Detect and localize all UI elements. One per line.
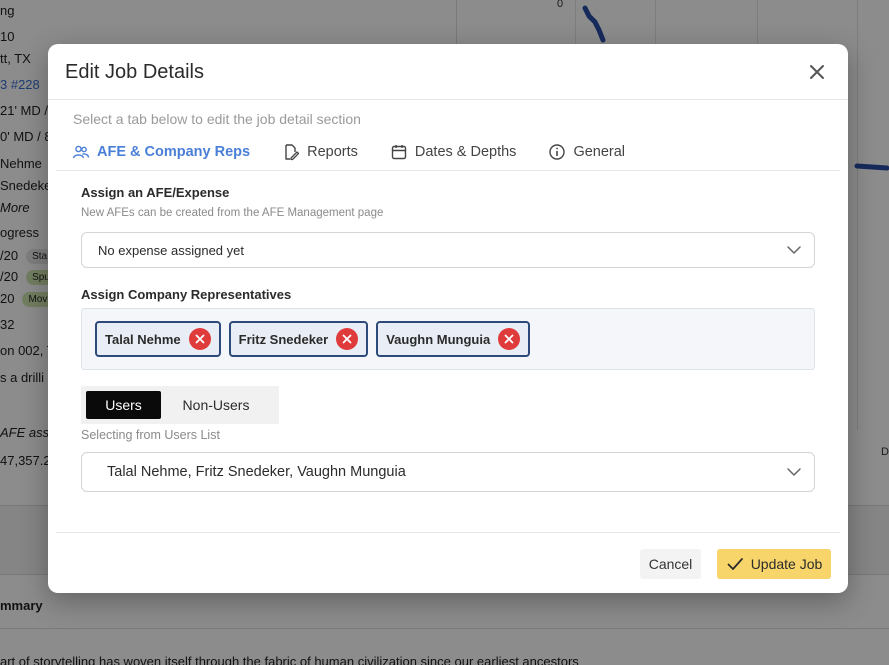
close-button[interactable]	[806, 61, 828, 83]
edit-document-icon	[282, 143, 300, 161]
afe-label: Assign an AFE/Expense	[81, 185, 230, 200]
tab-afe-company-reps[interactable]: AFE & Company Reps	[72, 143, 250, 161]
close-icon	[504, 334, 514, 344]
modal-header: Edit Job Details	[48, 44, 848, 100]
remove-rep-button[interactable]	[498, 328, 521, 350]
modal-subtitle: Select a tab below to edit the job detai…	[73, 111, 361, 127]
info-icon	[548, 143, 566, 161]
close-icon	[342, 334, 352, 344]
rep-chip: Fritz Snedeker	[228, 321, 369, 357]
tab-reports[interactable]: Reports	[282, 143, 358, 161]
afe-select-value: No expense assigned yet	[98, 242, 244, 258]
update-job-button[interactable]: Update Job	[717, 549, 831, 579]
calendar-icon	[390, 143, 408, 161]
users-select-value: Talal Nehme, Fritz Snedeker, Vaughn Mung…	[107, 464, 406, 480]
remove-rep-button[interactable]	[188, 328, 211, 350]
tab-label: Dates & Depths	[414, 144, 517, 160]
people-icon	[72, 143, 90, 161]
close-icon	[810, 65, 824, 79]
update-job-label: Update Job	[750, 556, 823, 572]
users-toggle-button[interactable]: Users	[86, 391, 161, 419]
close-icon	[195, 334, 205, 344]
users-select[interactable]: Talal Nehme, Fritz Snedeker, Vaughn Mung…	[81, 452, 815, 492]
chevron-down-icon	[787, 468, 801, 476]
selecting-hint: Selecting from Users List	[81, 428, 220, 442]
remove-rep-button[interactable]	[336, 328, 359, 350]
footer-divider	[56, 532, 840, 533]
reps-label: Assign Company Representatives	[81, 287, 292, 302]
user-type-toggle: Users Non-Users	[81, 386, 279, 424]
rep-chip-label: Talal Nehme	[105, 331, 181, 347]
tabs-divider	[56, 170, 840, 171]
check-icon	[727, 558, 743, 570]
tab-dates-depths[interactable]: Dates & Depths	[390, 143, 517, 161]
afe-select[interactable]: No expense assigned yet	[81, 232, 815, 268]
chevron-down-icon	[787, 246, 801, 254]
reps-chip-container[interactable]: Talal Nehme Fritz Snedeker Vaughn Mungui…	[81, 308, 815, 370]
tab-bar: AFE & Company Reps Reports Dates & Depth…	[72, 140, 657, 164]
tab-label: General	[573, 144, 626, 160]
cancel-button[interactable]: Cancel	[640, 549, 701, 579]
edit-job-modal: Edit Job Details Select a tab below to e…	[48, 44, 848, 593]
rep-chip: Talal Nehme	[95, 321, 221, 357]
rep-chip-label: Vaughn Munguia	[386, 331, 491, 347]
non-users-toggle-button[interactable]: Non-Users	[161, 391, 271, 419]
tab-label: AFE & Company Reps	[97, 144, 251, 160]
rep-chip-label: Fritz Snedeker	[238, 331, 329, 347]
rep-chip: Vaughn Munguia	[376, 321, 531, 357]
tab-label: Reports	[307, 144, 358, 160]
tab-general[interactable]: General	[548, 143, 625, 161]
afe-hint: New AFEs can be created from the AFE Man…	[81, 207, 384, 219]
modal-title: Edit Job Details	[65, 61, 204, 83]
